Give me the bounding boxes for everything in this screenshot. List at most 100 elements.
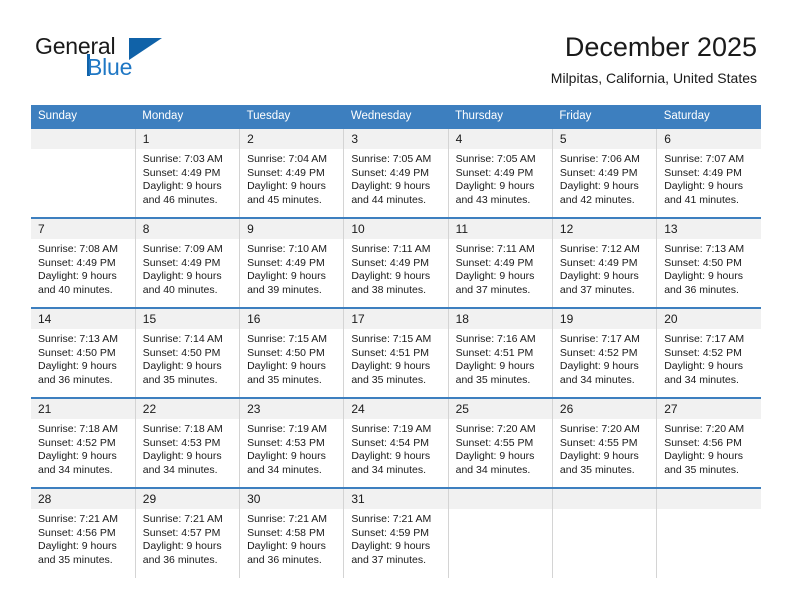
calendar-day-cell[interactable]: 5 Sunrise: 7:06 AM Sunset: 4:49 PM Daylight…	[551, 127, 658, 218]
sunset-time: Sunset: 4:49 PM	[247, 166, 325, 179]
calendar-day-cell[interactable]: 31 Sunrise: 7:21 AM Sunset: 4:59 PM Dayligh…	[343, 487, 449, 578]
calendar-day-cell[interactable]: 4 Sunrise: 7:05 AM Sunset: 4:49 PM Daylight…	[447, 127, 553, 218]
daylight-duration-line2: and 35 minutes.	[559, 463, 635, 476]
calendar-day-cell[interactable]: 1 Sunrise: 7:03 AM Sunset: 4:49 PM Daylight…	[134, 127, 241, 218]
day-details: Sunrise: 7:05 AM Sunset: 4:49 PM Daylight:…	[449, 149, 552, 207]
sunrise-time: Sunrise: 7:10 AM	[247, 243, 328, 255]
day-details: Sunrise: 7:14 AM Sunset: 4:50 PM Daylight:…	[136, 329, 239, 387]
calendar-day-cell[interactable]: 21 Sunrise: 7:18 AM Sunset: 4:52 PM Dayligh…	[31, 397, 136, 488]
day-details: Sunrise: 7:16 AM Sunset: 4:51 PM Daylight:…	[449, 329, 552, 387]
sunset-time: Sunset: 4:51 PM	[351, 346, 429, 359]
calendar-page: General Blue December 2025 Milpitas, Cal…	[0, 0, 792, 612]
day-number: 18	[448, 309, 552, 329]
calendar-day-cell[interactable]: 17 Sunrise: 7:15 AM Sunset: 4:51 PM Dayligh…	[343, 307, 449, 398]
calendar-day-cell[interactable]: 9 Sunrise: 7:10 AM Sunset: 4:49 PM Daylight…	[239, 217, 345, 308]
sunset-time: Sunset: 4:49 PM	[664, 166, 742, 179]
calendar-day-cell[interactable]: 26 Sunrise: 7:20 AM Sunset: 4:55 PM Dayligh…	[551, 397, 658, 488]
calendar-day-cell[interactable]: 15 Sunrise: 7:14 AM Sunset: 4:50 PM Dayligh…	[134, 307, 241, 398]
weekday-header-sunday: Sunday	[31, 105, 136, 128]
calendar-day-cell[interactable]: 23 Sunrise: 7:19 AM Sunset: 4:53 PM Dayligh…	[239, 397, 345, 488]
daylight-duration-line1: Daylight: 9 hours	[247, 540, 326, 552]
sunrise-time: Sunrise: 7:15 AM	[351, 333, 432, 345]
logo-triangle-icon	[129, 38, 162, 60]
calendar-day-cell[interactable]: 20 Sunrise: 7:17 AM Sunset: 4:52 PM Dayligh…	[656, 307, 761, 398]
day-number: 11	[448, 219, 552, 239]
daylight-duration-line2: and 34 minutes.	[142, 463, 218, 476]
calendar-day-cell[interactable]: 24 Sunrise: 7:19 AM Sunset: 4:54 PM Dayligh…	[343, 397, 449, 488]
sunset-time: Sunset: 4:54 PM	[351, 436, 429, 449]
daylight-duration-line1: Daylight: 9 hours	[664, 450, 743, 462]
day-number: 15	[135, 309, 240, 329]
daylight-duration-line1: Daylight: 9 hours	[559, 180, 639, 192]
calendar-day-cell[interactable]: 16 Sunrise: 7:15 AM Sunset: 4:50 PM Dayligh…	[239, 307, 345, 398]
daylight-duration-line2: and 36 minutes.	[38, 373, 113, 386]
calendar-day-cell[interactable]: 2 Sunrise: 7:04 AM Sunset: 4:49 PM Daylight…	[239, 127, 345, 218]
weekday-header-friday: Friday	[552, 105, 657, 128]
calendar-day-cell[interactable]: 29 Sunrise: 7:21 AM Sunset: 4:57 PM Dayligh…	[134, 487, 241, 578]
calendar-day-cell[interactable]: 19 Sunrise: 7:17 AM Sunset: 4:52 PM Dayligh…	[551, 307, 658, 398]
calendar-day-cell[interactable]: 13 Sunrise: 7:13 AM Sunset: 4:50 PM Dayligh…	[656, 217, 761, 308]
daylight-duration-line2: and 37 minutes.	[559, 283, 635, 296]
daylight-duration-line2: and 44 minutes.	[351, 193, 427, 206]
day-details: Sunrise: 7:09 AM Sunset: 4:49 PM Daylight:…	[136, 239, 239, 297]
calendar-day-cell[interactable]: 27 Sunrise: 7:20 AM Sunset: 4:56 PM Dayligh…	[656, 397, 761, 488]
day-details: Sunrise: 7:21 AM Sunset: 4:57 PM Daylight:…	[136, 509, 239, 567]
sunset-time: Sunset: 4:50 PM	[664, 256, 742, 269]
sunrise-time: Sunrise: 7:05 AM	[351, 153, 432, 165]
sunrise-time: Sunrise: 7:11 AM	[455, 243, 535, 255]
day-number: 24	[344, 399, 448, 419]
daylight-duration-line1: Daylight: 9 hours	[142, 180, 222, 192]
calendar-day-cell[interactable]: 10 Sunrise: 7:11 AM Sunset: 4:49 PM Dayligh…	[343, 217, 449, 308]
day-number: 31	[344, 489, 448, 509]
day-details: Sunrise: 7:21 AM Sunset: 4:58 PM Daylight:…	[240, 509, 343, 567]
daylight-duration-line2: and 35 minutes.	[351, 373, 427, 386]
sunrise-time: Sunrise: 7:03 AM	[142, 153, 223, 165]
day-details: Sunrise: 7:05 AM Sunset: 4:49 PM Daylight:…	[344, 149, 447, 207]
calendar-day-cell[interactable]: 25 Sunrise: 7:20 AM Sunset: 4:55 PM Dayligh…	[447, 397, 553, 488]
day-details: Sunrise: 7:03 AM Sunset: 4:49 PM Daylight:…	[136, 149, 239, 207]
calendar-day-cell[interactable]: 28 Sunrise: 7:21 AM Sunset: 4:56 PM Dayligh…	[31, 487, 136, 578]
calendar-day-cell[interactable]: 8 Sunrise: 7:09 AM Sunset: 4:49 PM Daylight…	[134, 217, 241, 308]
daylight-duration-line1: Daylight: 9 hours	[455, 180, 535, 192]
day-details: Sunrise: 7:19 AM Sunset: 4:54 PM Daylight:…	[344, 419, 447, 477]
sunset-time: Sunset: 4:49 PM	[142, 256, 221, 269]
calendar-day-cell[interactable]: 22 Sunrise: 7:18 AM Sunset: 4:53 PM Dayligh…	[134, 397, 241, 488]
page-title: December 2025	[564, 32, 757, 62]
calendar-day-cell[interactable]: 18 Sunrise: 7:16 AM Sunset: 4:51 PM Dayligh…	[447, 307, 553, 398]
day-number: 27	[657, 399, 761, 419]
page-header: General Blue December 2025 Milpitas, Cal…	[35, 30, 757, 98]
sunset-time: Sunset: 4:58 PM	[247, 526, 325, 539]
daylight-duration-line2: and 40 minutes.	[142, 283, 218, 296]
daylight-duration-line2: and 37 minutes.	[455, 283, 531, 296]
sunrise-time: Sunrise: 7:08 AM	[38, 243, 118, 255]
general-blue-logo[interactable]: General Blue	[35, 30, 255, 90]
calendar-week-row: 28 Sunrise: 7:21 AM Sunset: 4:56 PM Dayligh…	[31, 487, 761, 578]
calendar-day-cell[interactable]: 6 Sunrise: 7:07 AM Sunset: 4:49 PM Daylight…	[656, 127, 761, 218]
sunrise-time: Sunrise: 7:17 AM	[559, 333, 640, 345]
day-details: Sunrise: 7:19 AM Sunset: 4:53 PM Daylight:…	[240, 419, 343, 477]
daylight-duration-line2: and 38 minutes.	[351, 283, 427, 296]
sunset-time: Sunset: 4:53 PM	[142, 436, 221, 449]
daylight-duration-line2: and 34 minutes.	[559, 373, 635, 386]
day-number: 10	[344, 219, 448, 239]
daylight-duration-line1: Daylight: 9 hours	[455, 360, 535, 372]
day-number: 6	[657, 129, 761, 149]
calendar-day-cell[interactable]: 7 Sunrise: 7:08 AM Sunset: 4:49 PM Daylight…	[31, 217, 136, 308]
daylight-duration-line1: Daylight: 9 hours	[142, 450, 222, 462]
calendar-day-cell[interactable]: 11 Sunrise: 7:11 AM Sunset: 4:49 PM Dayligh…	[447, 217, 553, 308]
calendar-day-cell[interactable]: 12 Sunrise: 7:12 AM Sunset: 4:49 PM Dayligh…	[551, 217, 658, 308]
calendar-day-cell[interactable]: 14 Sunrise: 7:13 AM Sunset: 4:50 PM Dayligh…	[31, 307, 136, 398]
day-number: 28	[31, 489, 135, 509]
day-number: 22	[135, 399, 240, 419]
day-details: Sunrise: 7:15 AM Sunset: 4:50 PM Daylight:…	[240, 329, 343, 387]
day-details: Sunrise: 7:07 AM Sunset: 4:49 PM Daylight:…	[657, 149, 761, 207]
weekday-header-saturday: Saturday	[656, 105, 761, 128]
calendar-day-cell[interactable]: 30 Sunrise: 7:21 AM Sunset: 4:58 PM Dayligh…	[239, 487, 345, 578]
sunset-time: Sunset: 4:53 PM	[247, 436, 325, 449]
sunset-time: Sunset: 4:57 PM	[142, 526, 221, 539]
calendar-week-row: 1 Sunrise: 7:03 AM Sunset: 4:49 PM Daylight…	[31, 127, 761, 218]
calendar-week-row: 21 Sunrise: 7:18 AM Sunset: 4:52 PM Dayligh…	[31, 397, 761, 488]
calendar-day-cell[interactable]: 3 Sunrise: 7:05 AM Sunset: 4:49 PM Daylight…	[343, 127, 449, 218]
day-number: 17	[344, 309, 448, 329]
day-details: Sunrise: 7:18 AM Sunset: 4:52 PM Daylight:…	[31, 419, 135, 477]
